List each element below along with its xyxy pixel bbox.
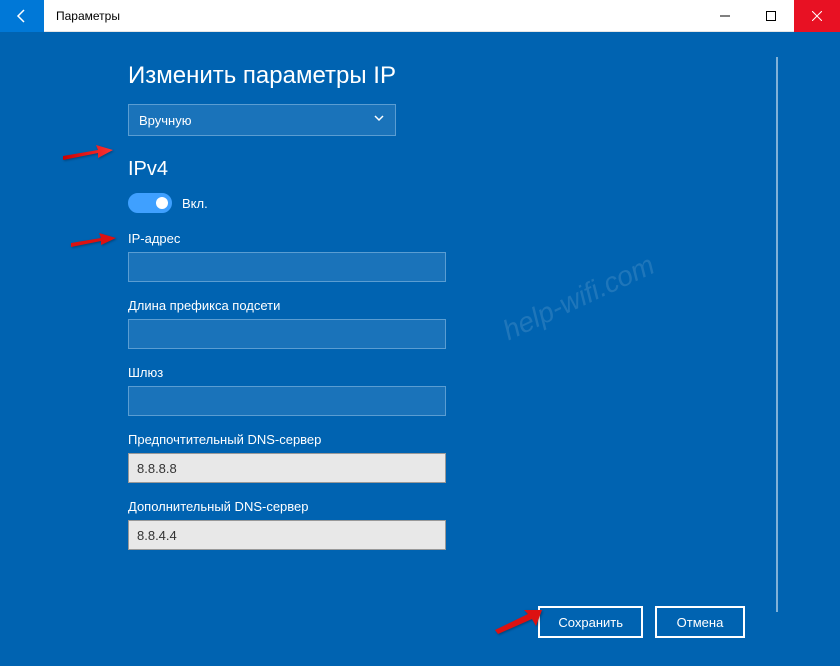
maximize-button[interactable]: [748, 0, 794, 32]
gateway-field-group: Шлюз: [128, 365, 840, 416]
dropdown-selected-text: Вручную: [139, 113, 373, 128]
toggle-label: Вкл.: [182, 196, 208, 211]
prefix-length-field-group: Длина префикса подсети: [128, 298, 840, 349]
arrow-annotation-1: [58, 138, 118, 173]
alternate-dns-label: Дополнительный DNS-сервер: [128, 499, 840, 514]
chevron-down-icon: [373, 111, 385, 129]
window-title: Параметры: [56, 9, 120, 23]
prefix-length-label: Длина префикса подсети: [128, 298, 840, 313]
minimize-button[interactable]: [702, 0, 748, 32]
arrow-annotation-2: [66, 227, 121, 258]
page-title: Изменить параметры IP: [128, 62, 840, 90]
back-button[interactable]: [0, 0, 44, 32]
back-arrow-icon: [14, 8, 30, 24]
close-button[interactable]: [794, 0, 840, 32]
preferred-dns-label: Предпочтительный DNS-сервер: [128, 432, 840, 447]
ip-address-input[interactable]: [128, 252, 446, 282]
gateway-label: Шлюз: [128, 365, 840, 380]
maximize-icon: [766, 11, 776, 21]
window-controls: [702, 0, 840, 32]
preferred-dns-input[interactable]: [128, 453, 446, 483]
cancel-button[interactable]: Отмена: [655, 606, 745, 638]
gateway-input[interactable]: [128, 386, 446, 416]
ip-address-field-group: IP-адрес: [128, 231, 840, 282]
ip-mode-dropdown[interactable]: Вручную: [128, 104, 396, 136]
alternate-dns-field-group: Дополнительный DNS-сервер: [128, 499, 840, 550]
button-row: Сохранить Отмена: [538, 606, 745, 638]
content-area: Изменить параметры IP Вручную IPv4 Вкл. …: [0, 32, 840, 666]
ipv4-toggle[interactable]: [128, 193, 172, 213]
ip-address-label: IP-адрес: [128, 231, 840, 246]
titlebar: Параметры: [0, 0, 840, 32]
scrollbar[interactable]: [776, 57, 778, 612]
save-button[interactable]: Сохранить: [538, 606, 643, 638]
prefix-length-input[interactable]: [128, 319, 446, 349]
close-icon: [812, 11, 822, 21]
minimize-icon: [720, 11, 730, 21]
ipv4-section-title: IPv4: [128, 158, 840, 181]
toggle-knob: [156, 197, 168, 209]
preferred-dns-field-group: Предпочтительный DNS-сервер: [128, 432, 840, 483]
alternate-dns-input[interactable]: [128, 520, 446, 550]
ipv4-toggle-row: Вкл.: [128, 193, 840, 213]
